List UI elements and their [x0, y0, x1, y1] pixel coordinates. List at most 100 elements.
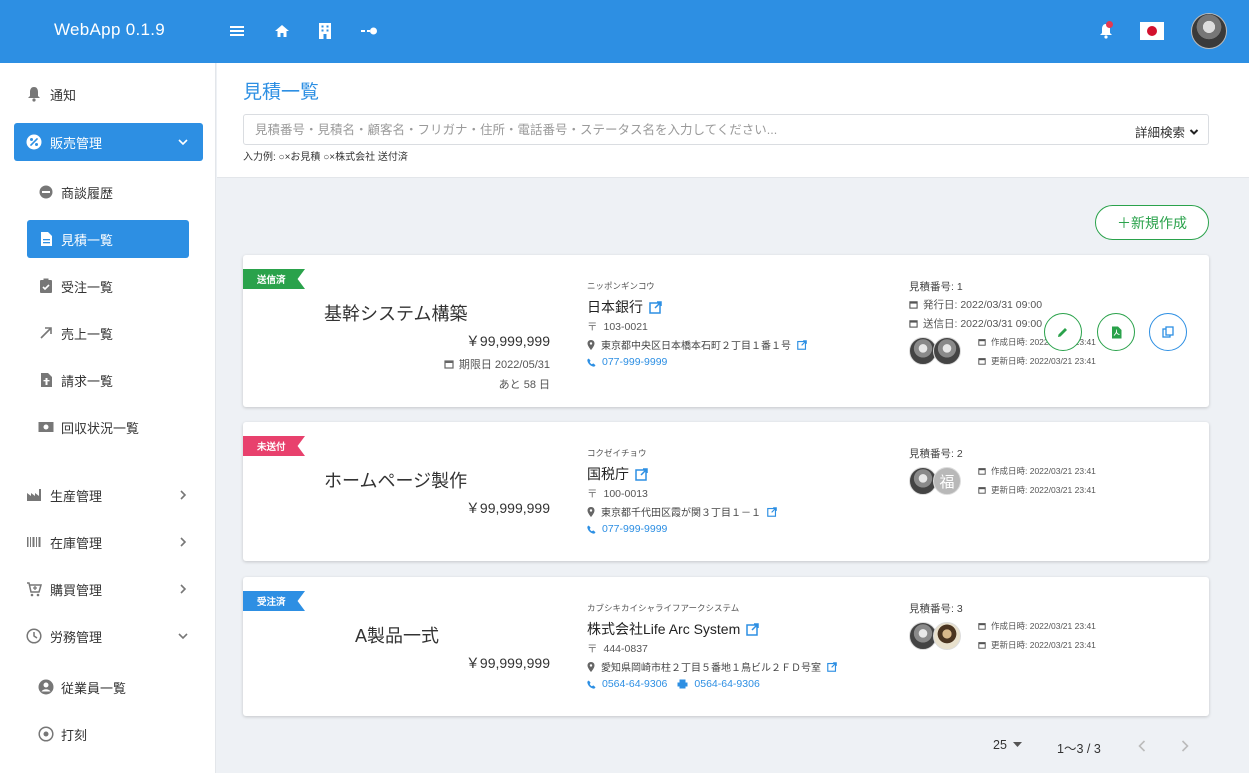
document-icon [37, 230, 55, 248]
fax-text[interactable]: 0564-64-9306 [694, 678, 759, 690]
search-input[interactable] [244, 115, 1114, 144]
percent-badge-icon [24, 132, 44, 152]
updated-at-text: 更新日時: 2022/03/21 23:41 [991, 356, 1096, 366]
barcode-icon [24, 532, 44, 552]
phone[interactable]: 077-999-9999 [587, 356, 667, 368]
sidebar-item-labor[interactable]: 労務管理 [14, 617, 203, 655]
key-icon[interactable] [357, 19, 381, 43]
phone-icon [587, 357, 596, 367]
sidebar-item-inventory[interactable]: 在庫管理 [14, 523, 203, 561]
open-in-new-icon[interactable] [767, 506, 777, 517]
cart-icon [24, 579, 44, 599]
invoice-icon [37, 371, 55, 389]
search-hint: 入力例: ○×お見積 ○×株式会社 送付済 [243, 152, 408, 163]
sidebar-item-employees[interactable]: 従業員一覧 [27, 668, 189, 706]
assignee-avatar[interactable]: 福 [933, 467, 961, 495]
sidebar-item-negotiation-history[interactable]: 商談履歴 [27, 173, 189, 211]
sidebar-item-notice[interactable]: 通知 [14, 75, 203, 113]
customer-name-text: 国税庁 [587, 466, 629, 482]
sidebar-item-label: 受注一覧 [61, 279, 114, 295]
address-text: 東京都中央区日本橋本石町２丁目１番１号 [601, 341, 791, 352]
quote-card[interactable]: 送信済 基幹システム構築 ￥99,999,999 期限日 2022/05/31 … [243, 255, 1209, 407]
edit-button[interactable] [1044, 313, 1082, 351]
chevron-left-icon [1138, 740, 1146, 752]
open-in-new-icon[interactable] [827, 661, 837, 672]
customer-kana: カブシキカイシャライフアークシステム [587, 603, 740, 613]
sidebar-item-label: 従業員一覧 [61, 680, 127, 696]
chevron-down-icon [1189, 128, 1199, 135]
quote-title: A製品一式 [355, 626, 440, 646]
postal-code: 〒 100-0013 [587, 486, 648, 501]
sidebar-item-timestamp[interactable]: 打刻 [27, 715, 189, 753]
sidebar-item-label: 購買管理 [50, 582, 103, 598]
user-avatar[interactable] [1191, 13, 1227, 49]
updated-at-text: 更新日時: 2022/03/21 23:41 [991, 640, 1096, 650]
updated-at-text: 更新日時: 2022/03/21 23:41 [991, 485, 1096, 495]
assignee-avatars [909, 622, 961, 650]
sidebar-item-label: 商談履歴 [61, 185, 114, 201]
calendar-icon [978, 642, 986, 649]
assignee-avatars: 福 [909, 467, 961, 495]
pdf-button[interactable] [1097, 313, 1135, 351]
status-ribbon: 未送付 [243, 436, 305, 456]
assignee-avatar[interactable] [933, 622, 961, 650]
open-in-new-icon[interactable] [746, 622, 760, 636]
sidebar-item-quotes[interactable]: 見積一覧 [27, 220, 189, 258]
app-bar: WebApp 0.1.9 [0, 0, 1249, 63]
updated-at: 更新日時: 2022/03/21 23:41 [978, 355, 1096, 367]
sidebar-item-sales[interactable]: 販売管理 [14, 123, 203, 161]
postal-mark-icon: 〒 [587, 488, 598, 500]
sidebar-item-label: 回収状況一覧 [61, 420, 140, 436]
advanced-search-button[interactable]: 詳細検索 [1135, 122, 1199, 141]
search-box: 詳細検索 [243, 114, 1209, 145]
clipboard-check-icon [37, 277, 55, 295]
calendar-icon [444, 360, 454, 369]
sidebar-item-invoices[interactable]: 請求一覧 [27, 361, 189, 399]
copy-button[interactable] [1149, 313, 1187, 351]
prev-page-button[interactable] [1132, 736, 1152, 756]
customer-name: 日本銀行 [587, 297, 662, 317]
calendar-icon [909, 301, 918, 309]
building-icon[interactable] [313, 19, 337, 43]
open-in-new-icon[interactable] [649, 300, 662, 314]
per-page-select[interactable]: 25 [993, 738, 1022, 752]
quote-amount: ￥99,999,999 [465, 655, 550, 671]
customer-name: 国税庁 [587, 464, 648, 484]
sidebar-item-sales-list[interactable]: 売上一覧 [27, 314, 189, 352]
new-quote-button[interactable]: ＋新規作成 [1095, 205, 1209, 240]
home-icon[interactable] [270, 19, 294, 43]
issue-date: 発行日: 2022/03/31 09:00 [909, 297, 1042, 312]
quote-amount: ￥99,999,999 [465, 333, 550, 349]
sidebar-item-purchase[interactable]: 購買管理 [14, 570, 203, 608]
sidebar-item-label: 通知 [50, 87, 77, 103]
sidebar-item-label: 労務管理 [50, 629, 103, 645]
phone-text[interactable]: 0564-64-9306 [602, 678, 667, 690]
phone[interactable]: 077-999-9999 [587, 523, 667, 535]
postal-code-text: 444-0837 [603, 642, 648, 655]
phone-text: 077-999-9999 [602, 356, 668, 368]
page-range: 1〜3 / 3 [1057, 742, 1101, 756]
quote-card[interactable]: 受注済 A製品一式 ￥99,999,999 カブシキカイシャライフアークシステム… [243, 577, 1209, 716]
open-in-new-icon[interactable] [635, 467, 648, 481]
fax-icon [677, 679, 688, 689]
customer-name-text: 日本銀行 [587, 299, 643, 315]
japan-flag-icon[interactable] [1140, 22, 1164, 40]
menu-icon[interactable] [226, 19, 250, 43]
search-panel: 見積一覧 詳細検索 入力例: ○×お見積 ○×株式会社 送付済 [217, 63, 1249, 178]
open-in-new-icon[interactable] [797, 339, 807, 350]
assignee-avatars [909, 337, 961, 365]
address: 東京都千代田区霞が関３丁目１－１ [587, 504, 777, 519]
assignee-avatar[interactable] [933, 337, 961, 365]
sidebar-item-production[interactable]: 生産管理 [14, 476, 203, 514]
next-page-button[interactable] [1175, 736, 1195, 756]
postal-code-text: 103-0021 [603, 320, 648, 333]
app-title: WebApp 0.1.9 [54, 20, 166, 39]
quote-card[interactable]: 未送付 ホームページ製作 ￥99,999,999 コクゼイチョウ 国税庁 〒 1… [243, 422, 1209, 561]
phone-text: 077-999-9999 [602, 523, 668, 535]
trending-up-icon [37, 324, 55, 342]
postal-mark-icon: 〒 [587, 321, 598, 333]
bell-icon[interactable] [1094, 19, 1118, 43]
sidebar-item-orders[interactable]: 受注一覧 [27, 267, 189, 305]
sidebar-item-collection-status[interactable]: 回収状況一覧 [27, 408, 189, 446]
customer-name-text: 株式会社Life Arc System [587, 621, 741, 637]
